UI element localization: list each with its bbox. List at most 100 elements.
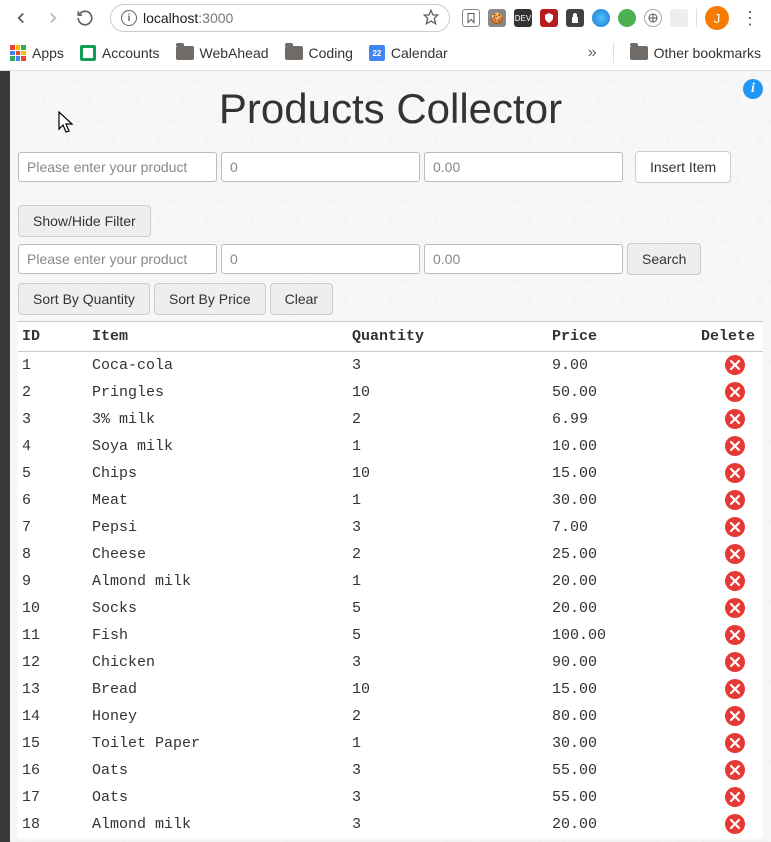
extension-icon[interactable]: DEV [514,9,532,27]
delete-button[interactable] [725,733,745,753]
table-row: 14Honey280.00 [18,703,763,730]
bookmarks-overflow[interactable]: » [588,44,597,62]
bookmark-star-icon[interactable] [423,9,439,28]
cell-item: 3% milk [88,406,348,433]
bookmark-coding[interactable]: Coding [285,45,353,61]
forward-button[interactable] [40,5,66,31]
bookmark-apps[interactable]: Apps [10,45,64,61]
table-row: 13Bread1015.00 [18,676,763,703]
bookmark-webahead[interactable]: WebAhead [176,45,269,61]
back-button[interactable] [8,5,34,31]
cell-item: Oats [88,784,348,811]
delete-button[interactable] [725,598,745,618]
cell-item: Chips [88,460,348,487]
cell-id: 17 [18,784,88,811]
bookmark-accounts[interactable]: Accounts [80,45,160,61]
sort-price-button[interactable]: Sort By Price [154,283,266,315]
search-button[interactable]: Search [627,243,701,275]
delete-button[interactable] [725,571,745,591]
delete-button[interactable] [725,625,745,645]
cell-delete [678,352,763,380]
cell-price: 15.00 [548,676,678,703]
header-id: ID [18,322,88,352]
delete-button[interactable] [725,382,745,402]
delete-button[interactable] [725,652,745,672]
profile-avatar[interactable]: J [705,6,729,30]
filter-quantity-input[interactable] [221,244,420,274]
extension-icon[interactable] [540,9,558,27]
bookmark-calendar[interactable]: 22 Calendar [369,45,448,61]
address-bar[interactable]: i localhost:3000 [110,4,450,32]
extension-icon[interactable] [566,9,584,27]
delete-button[interactable] [725,490,745,510]
site-info-icon[interactable]: i [121,10,137,26]
delete-button[interactable] [725,409,745,429]
table-row: 10Socks520.00 [18,595,763,622]
cell-quantity: 2 [348,541,548,568]
filter-product-input[interactable] [18,244,217,274]
delete-button[interactable] [725,706,745,726]
reload-button[interactable] [72,5,98,31]
toggle-filter-button[interactable]: Show/Hide Filter [18,205,151,237]
insert-item-button[interactable]: Insert Item [635,151,731,183]
cell-quantity: 2 [348,703,548,730]
cell-quantity: 3 [348,649,548,676]
extension-icon[interactable]: 🍪 [488,9,506,27]
extension-icon[interactable] [644,9,662,27]
extension-icon[interactable] [462,9,480,27]
cell-id: 18 [18,811,88,838]
cell-delete [678,514,763,541]
cell-item: Meat [88,487,348,514]
header-delete: Delete [678,322,763,352]
cell-id: 14 [18,703,88,730]
extension-icon[interactable] [592,9,610,27]
cell-price: 25.00 [548,541,678,568]
cell-quantity: 1 [348,568,548,595]
cell-quantity: 1 [348,487,548,514]
sort-quantity-button[interactable]: Sort By Quantity [18,283,150,315]
clear-button[interactable]: Clear [270,283,333,315]
cell-id: 8 [18,541,88,568]
divider [613,43,614,63]
cell-id: 1 [18,352,88,380]
cell-item: Pepsi [88,514,348,541]
info-icon[interactable]: i [743,79,763,99]
cell-price: 55.00 [548,784,678,811]
cell-id: 16 [18,757,88,784]
cell-price: 100.00 [548,622,678,649]
cell-item: Cheese [88,541,348,568]
cell-price: 90.00 [548,649,678,676]
table-row: 1Coca-cola39.00 [18,352,763,380]
cell-id: 11 [18,622,88,649]
cell-id: 2 [18,379,88,406]
delete-button[interactable] [725,355,745,375]
browser-menu-icon[interactable]: ⋮ [737,8,763,29]
delete-button[interactable] [725,814,745,834]
delete-button[interactable] [725,463,745,483]
table-row: 9Almond milk120.00 [18,568,763,595]
cell-delete [678,784,763,811]
cell-delete [678,730,763,757]
bookmark-other[interactable]: Other bookmarks [630,45,761,61]
extension-icon[interactable] [670,9,688,27]
browser-chrome: i localhost:3000 🍪 DEV J ⋮ [0,0,771,71]
cell-delete [678,541,763,568]
cell-delete [678,757,763,784]
delete-button[interactable] [725,436,745,456]
table-row: 6Meat130.00 [18,487,763,514]
extension-icon[interactable] [618,9,636,27]
table-row: 18Almond milk320.00 [18,811,763,838]
cell-quantity: 10 [348,379,548,406]
insert-product-input[interactable] [18,152,217,182]
delete-button[interactable] [725,517,745,537]
delete-button[interactable] [725,544,745,564]
delete-button[interactable] [725,787,745,807]
insert-price-input[interactable] [424,152,623,182]
filter-price-input[interactable] [424,244,623,274]
insert-quantity-input[interactable] [221,152,420,182]
delete-button[interactable] [725,679,745,699]
apps-grid-icon [10,45,26,61]
cell-item: Fish [88,622,348,649]
delete-button[interactable] [725,760,745,780]
cell-id: 5 [18,460,88,487]
